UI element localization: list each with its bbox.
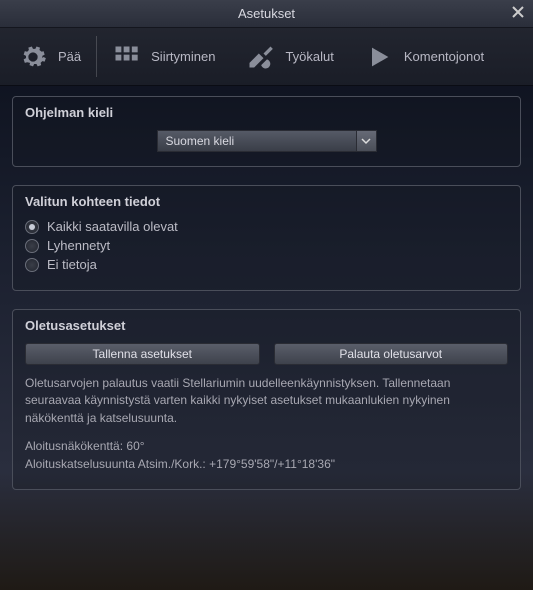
window-title: Asetukset bbox=[238, 6, 295, 21]
settings-window: Asetukset Pää Siirtyminen Työkalut bbox=[0, 0, 533, 590]
grid-icon bbox=[111, 42, 141, 72]
titlebar: Asetukset bbox=[0, 0, 533, 28]
gear-icon bbox=[18, 42, 48, 72]
tab-bar: Pää Siirtyminen Työkalut Komentojonot bbox=[0, 28, 533, 86]
close-icon bbox=[512, 6, 524, 21]
radio-label-all: Kaikki saatavilla olevat bbox=[47, 219, 178, 234]
group-language-title: Ohjelman kieli bbox=[25, 105, 508, 120]
radio-icon bbox=[25, 239, 39, 253]
tab-main[interactable]: Pää bbox=[12, 28, 87, 85]
tools-icon bbox=[245, 42, 275, 72]
group-selected-info: Valitun kohteen tiedot Kaikki saatavilla… bbox=[12, 185, 521, 291]
group-language: Ohjelman kieli Suomen kieli bbox=[12, 96, 521, 167]
radio-option-all[interactable]: Kaikki saatavilla olevat bbox=[25, 219, 508, 234]
defaults-description: Oletusarvojen palautus vaatii Stellarium… bbox=[25, 375, 508, 427]
close-button[interactable] bbox=[509, 4, 527, 22]
radio-icon bbox=[25, 220, 39, 234]
radio-option-short[interactable]: Lyhennetyt bbox=[25, 238, 508, 253]
restore-defaults-label: Palauta oletusarvot bbox=[339, 347, 442, 361]
group-defaults-title: Oletusasetukset bbox=[25, 318, 508, 333]
tab-tools-label: Työkalut bbox=[285, 49, 333, 64]
tab-scripts[interactable]: Komentojonot bbox=[358, 28, 490, 85]
tab-main-label: Pää bbox=[58, 49, 81, 64]
save-settings-button[interactable]: Tallenna asetukset bbox=[25, 343, 260, 365]
tab-tools[interactable]: Työkalut bbox=[239, 28, 339, 85]
group-selected-info-title: Valitun kohteen tiedot bbox=[25, 194, 508, 209]
radio-label-short: Lyhennetyt bbox=[47, 238, 110, 253]
language-select-value: Suomen kieli bbox=[158, 134, 356, 148]
restore-defaults-button[interactable]: Palauta oletusarvot bbox=[274, 343, 509, 365]
save-settings-label: Tallenna asetukset bbox=[93, 347, 192, 361]
tab-scripts-label: Komentojonot bbox=[404, 49, 484, 64]
radio-option-none[interactable]: Ei tietoja bbox=[25, 257, 508, 272]
radio-icon bbox=[25, 258, 39, 272]
startup-direction-line: Aloituskatselusuunta Atsim./Kork.: +179°… bbox=[25, 457, 508, 471]
content-area: Ohjelman kieli Suomen kieli Valitun koht… bbox=[0, 86, 533, 590]
chevron-down-icon bbox=[356, 131, 376, 151]
tab-navigation-label: Siirtyminen bbox=[151, 49, 215, 64]
startup-fov-line: Aloitusnäkökenttä: 60° bbox=[25, 439, 508, 453]
language-select[interactable]: Suomen kieli bbox=[157, 130, 377, 152]
tab-navigation[interactable]: Siirtyminen bbox=[105, 28, 221, 85]
group-defaults: Oletusasetukset Tallenna asetukset Palau… bbox=[12, 309, 521, 490]
play-icon bbox=[364, 42, 394, 72]
radio-label-none: Ei tietoja bbox=[47, 257, 97, 272]
